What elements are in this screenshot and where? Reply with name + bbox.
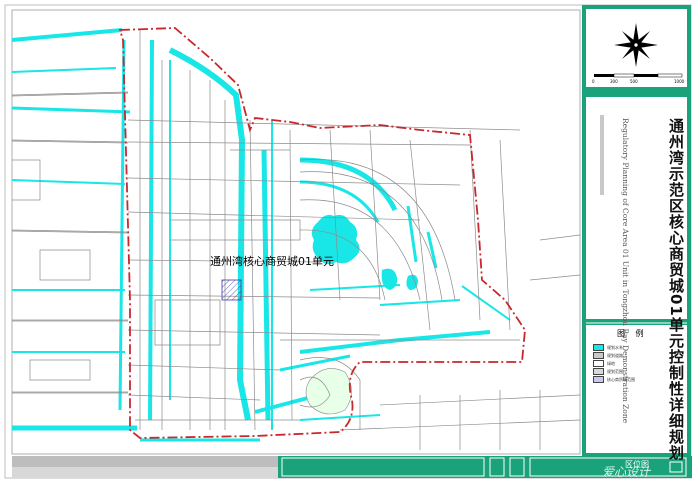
legend-swatch <box>593 368 604 375</box>
legend-label: 规划范围 <box>607 368 623 374</box>
legend-title: 图 例 <box>617 329 648 338</box>
scale-label-1000: 1000 <box>674 79 685 84</box>
legend-item: 绿地 <box>593 360 615 367</box>
legend-swatch <box>593 376 604 383</box>
scale-bar <box>594 73 683 78</box>
legend-item: 规划道路 <box>593 352 623 359</box>
legend-swatch <box>593 360 604 367</box>
core-unit-hatch <box>221 279 242 301</box>
scale-label-0: 0 <box>592 79 595 84</box>
scale-label-500: 500 <box>630 79 638 84</box>
legend-label: 核心商贸城范围 <box>607 376 635 382</box>
watermark: 爱心设计 <box>602 465 651 479</box>
legend-item: 核心商贸城范围 <box>593 376 635 383</box>
legend-label: 规划道路 <box>607 352 623 358</box>
legend-swatch <box>593 352 604 359</box>
scale-label-300: 300 <box>610 79 618 84</box>
plan-map-frame <box>4 4 692 479</box>
legend-item: 规划范围 <box>593 368 623 375</box>
bottom-bar <box>12 456 692 478</box>
plan-unit-label: 通州湾核心商贸城01单元 <box>210 255 334 268</box>
legend-label: 规划水系 <box>607 344 623 350</box>
legend-swatch <box>593 344 604 351</box>
plan-title-cn: 通州湾示范区核心商贸城01单元控制性详细规划 <box>667 118 685 461</box>
legend-item: 规划水系 <box>593 344 623 351</box>
legend-label: 绿地 <box>607 360 615 366</box>
